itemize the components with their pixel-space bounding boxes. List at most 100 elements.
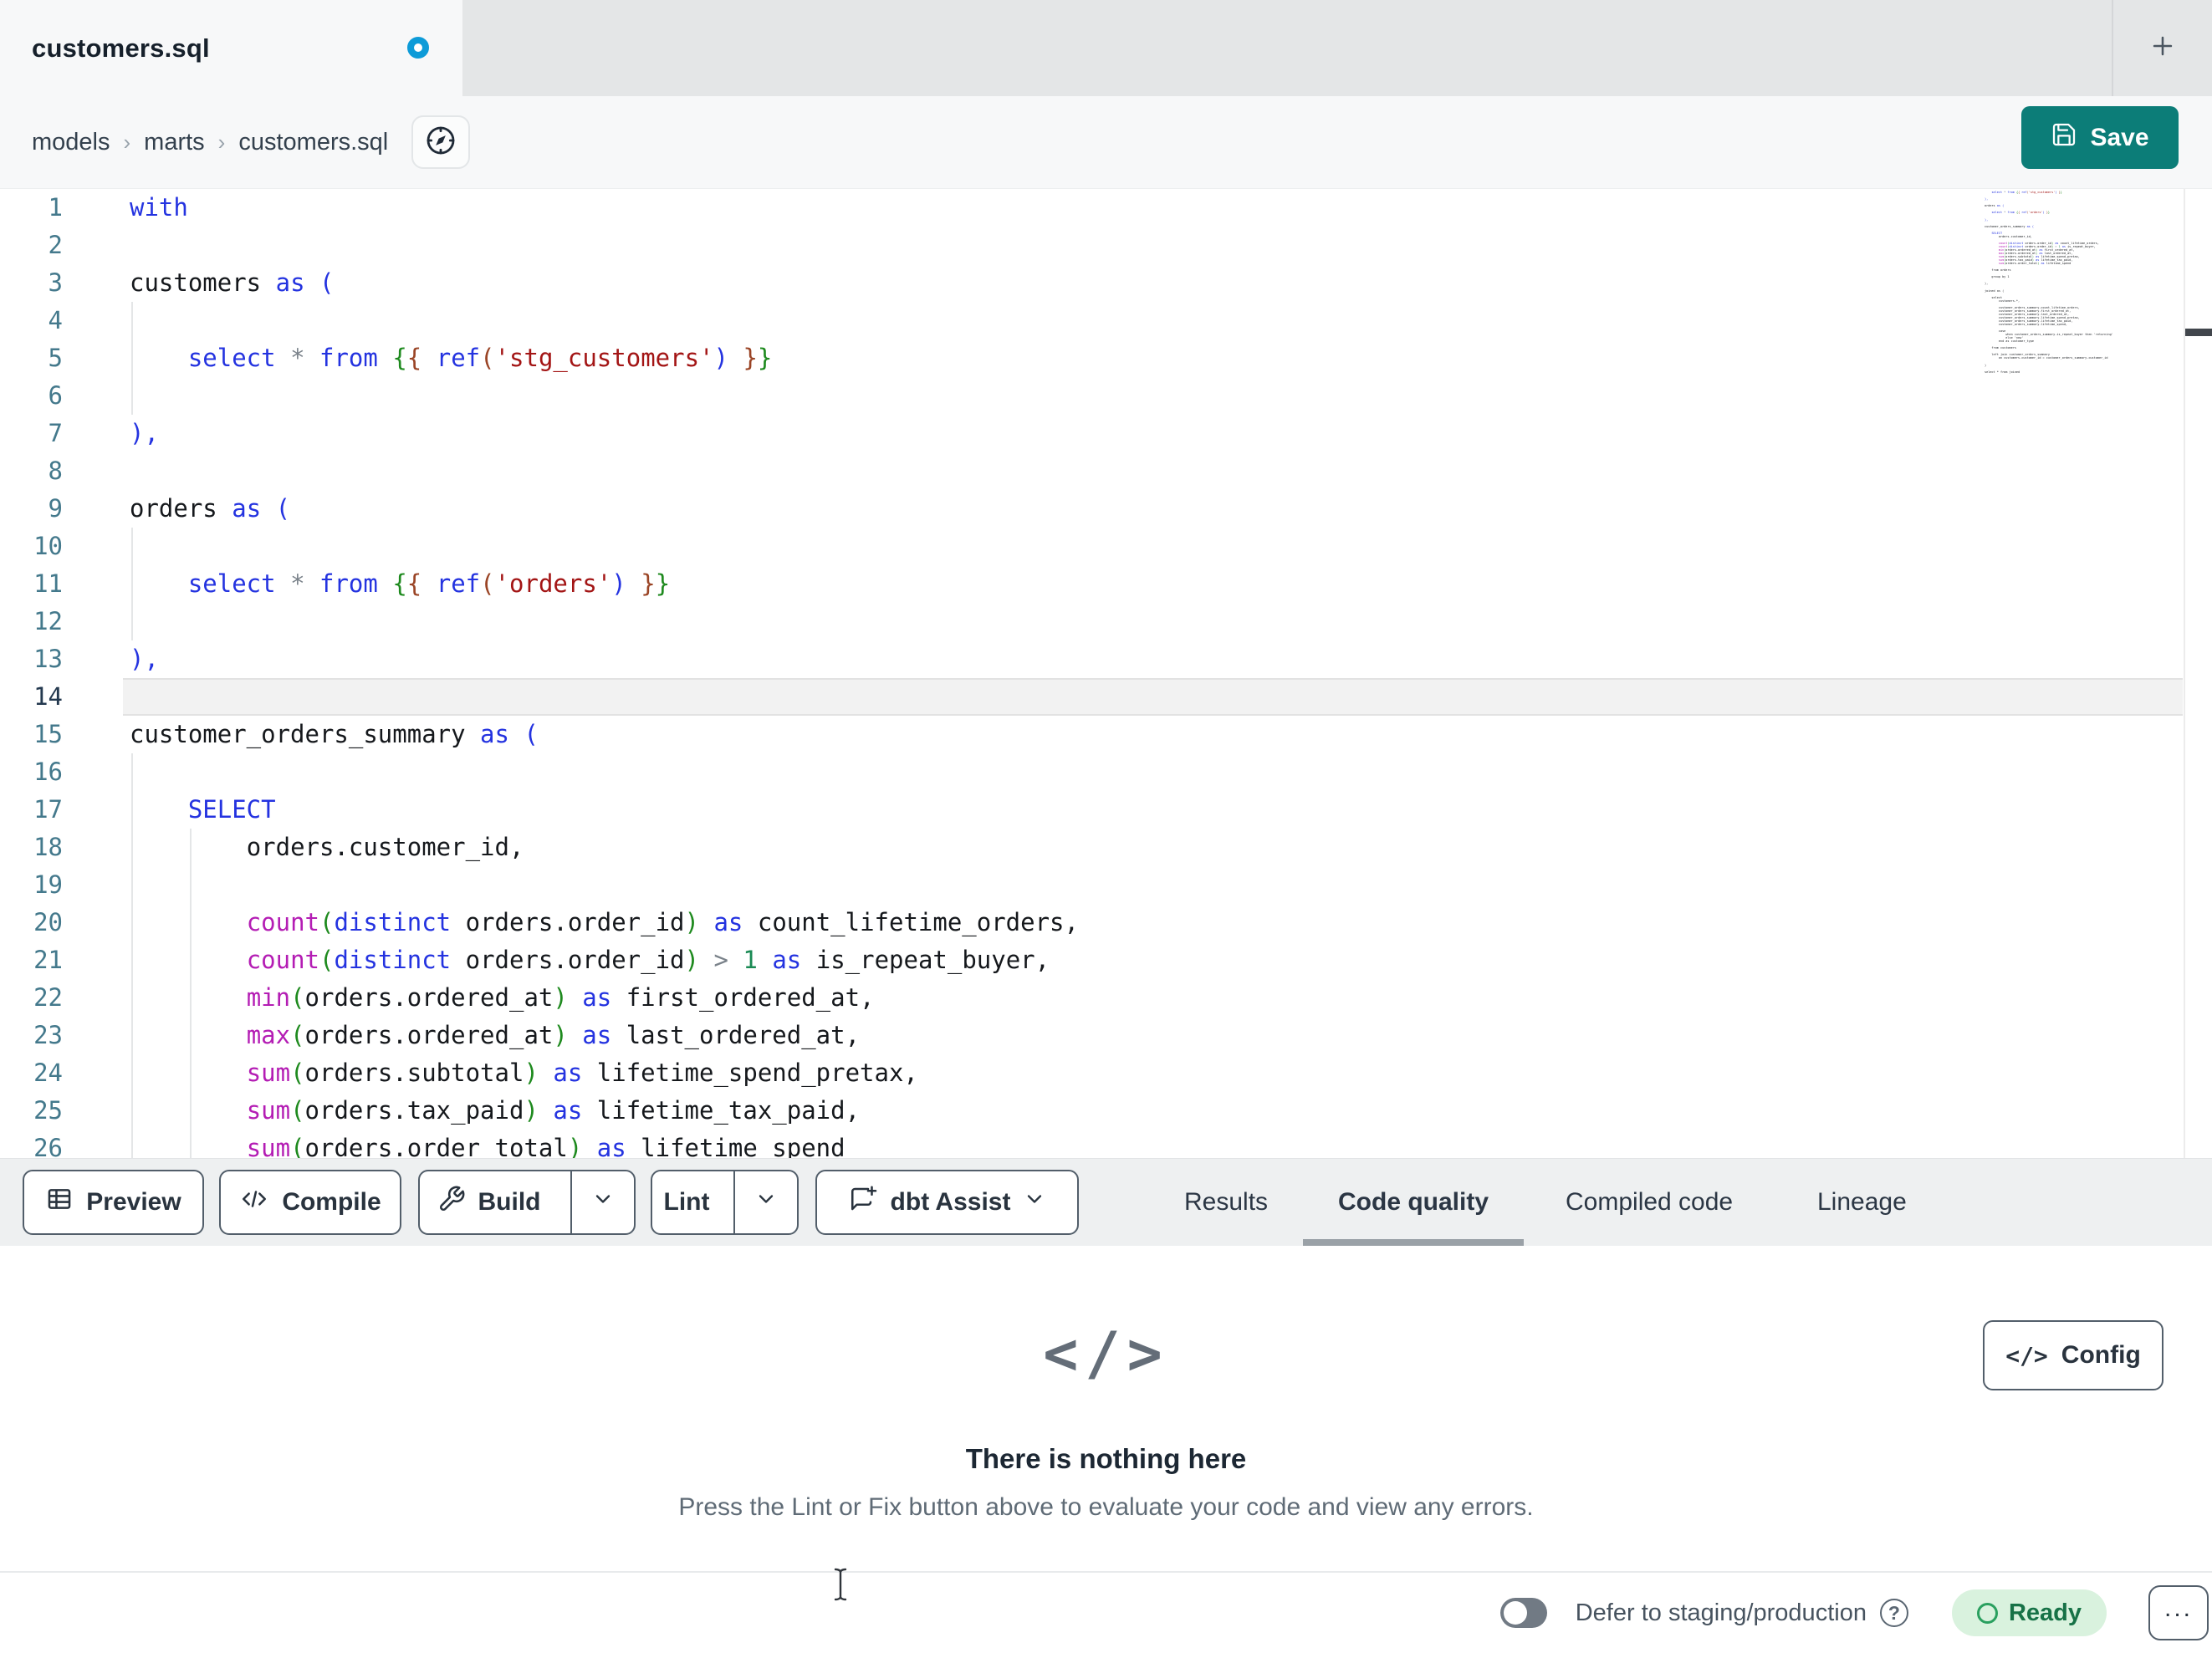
line-number[interactable]: 8 — [0, 452, 63, 490]
code-line[interactable]: 12 — [0, 603, 2212, 640]
code-line[interactable]: 10 — [0, 528, 2212, 565]
code-line[interactable]: 26 sum(orders.order_total) as lifetime_s… — [0, 1130, 2212, 1158]
editor-scrollbar[interactable] — [2184, 189, 2212, 1158]
more-options-button[interactable]: ... — [2148, 1585, 2209, 1640]
code-text: count(distinct orders.order_id) as count… — [246, 908, 1079, 936]
code-line[interactable]: 23 max(orders.ordered_at) as last_ordere… — [0, 1017, 2212, 1054]
code-line[interactable]: 19 — [0, 866, 2212, 904]
line-number[interactable]: 15 — [0, 716, 63, 753]
line-number[interactable]: 11 — [0, 565, 63, 603]
line-number[interactable]: 24 — [0, 1054, 63, 1092]
line-number[interactable]: 21 — [0, 941, 63, 979]
line-number[interactable]: 19 — [0, 866, 63, 904]
code-line[interactable]: 13), — [0, 640, 2212, 678]
lint-dropdown-button[interactable] — [733, 1171, 797, 1233]
code-line[interactable]: 7), — [0, 415, 2212, 452]
code-editor[interactable]: 1 with 2 3 customers as (4 5 select * from {{… — [0, 189, 2212, 1158]
code-text: with — [130, 193, 188, 222]
code-line[interactable]: 11 select * from {{ ref('orders') }} — [0, 565, 2212, 603]
table-icon — [45, 1185, 74, 1220]
chevron-down-icon — [591, 1187, 615, 1217]
code-line[interactable]: 1 with — [0, 189, 2212, 227]
code-line[interactable]: 15 customer_orders_summary as ( — [0, 716, 2212, 753]
tab-code-quality[interactable]: Code quality — [1302, 1159, 1525, 1246]
code-line[interactable]: 14 — [0, 678, 2212, 716]
status-bar: Defer to staging/production ? Ready ... — [0, 1571, 2212, 1653]
line-number[interactable]: 2 — [0, 227, 63, 264]
code-line[interactable]: 8 — [0, 452, 2212, 490]
navigate-model-button[interactable] — [411, 115, 470, 169]
line-number[interactable]: 3 — [0, 264, 63, 302]
line-number[interactable]: 17 — [0, 791, 63, 829]
code-text: sum(orders.order_total) as lifetime_spen… — [246, 1134, 845, 1158]
code-line[interactable]: 6 — [0, 377, 2212, 415]
chevron-down-icon — [1023, 1187, 1046, 1217]
line-number[interactable]: 25 — [0, 1092, 63, 1130]
file-header-row: models › marts › customers.sql Save — [0, 96, 2212, 189]
code-line[interactable]: 18 orders.customer_id, — [0, 829, 2212, 866]
code-line[interactable]: 4 — [0, 302, 2212, 339]
code-text: sum(orders.subtotal) as lifetime_spend_p… — [246, 1059, 918, 1087]
code-line[interactable]: 5 select * from {{ ref('stg_customers') … — [0, 339, 2212, 377]
code-line[interactable]: 22 min(orders.ordered_at) as first_order… — [0, 979, 2212, 1017]
config-button[interactable]: </> Config — [1983, 1320, 2163, 1390]
line-number[interactable]: 23 — [0, 1017, 63, 1054]
lint-button[interactable]: Lint — [652, 1171, 721, 1233]
preview-button[interactable]: Preview — [23, 1170, 204, 1235]
line-number[interactable]: 13 — [0, 640, 63, 678]
build-split-button[interactable]: Build — [418, 1170, 636, 1235]
code-line[interactable]: 2 — [0, 227, 2212, 264]
code-line[interactable]: 16 — [0, 753, 2212, 791]
save-button[interactable]: Save — [2021, 106, 2179, 169]
code-line[interactable]: 25 sum(orders.tax_paid) as lifetime_tax_… — [0, 1092, 2212, 1130]
breadcrumb-marts[interactable]: marts — [144, 129, 205, 156]
line-number[interactable]: 7 — [0, 415, 63, 452]
line-number[interactable]: 5 — [0, 339, 63, 377]
line-number[interactable]: 9 — [0, 490, 63, 528]
line-number[interactable]: 22 — [0, 979, 63, 1017]
chevron-right-icon: › — [123, 129, 131, 155]
config-label: Config — [2061, 1341, 2141, 1369]
line-number[interactable]: 16 — [0, 753, 63, 791]
text-cursor-icon — [833, 1567, 848, 1606]
breadcrumb-models[interactable]: models — [32, 129, 110, 156]
line-number[interactable]: 20 — [0, 904, 63, 941]
line-number[interactable]: 1 — [0, 189, 63, 227]
code-line[interactable]: 20 count(distinct orders.order_id) as co… — [0, 904, 2212, 941]
new-tab-button[interactable] — [2137, 23, 2189, 72]
tab-compiled-code[interactable]: Compiled code — [1566, 1159, 1733, 1246]
tab-results[interactable]: Results — [1184, 1159, 1268, 1246]
dbt-ide-window: customers.sql models › marts › customers… — [0, 0, 2212, 1653]
build-label: Build — [478, 1188, 541, 1216]
code-line[interactable]: 9 orders as ( — [0, 490, 2212, 528]
code-text: ), — [130, 645, 159, 673]
save-icon — [2051, 121, 2077, 155]
code-line[interactable]: 17 SELECT — [0, 791, 2212, 829]
scrollbar-marker[interactable] — [2185, 329, 2212, 336]
build-button[interactable]: Build — [420, 1171, 558, 1233]
line-number[interactable]: 14 — [0, 678, 63, 716]
editor-minimap[interactable]: withcustomers as ( select * from {{ ref(… — [1985, 189, 2182, 385]
line-number[interactable]: 6 — [0, 377, 63, 415]
line-number[interactable]: 4 — [0, 302, 63, 339]
line-number[interactable]: 12 — [0, 603, 63, 640]
code-text: orders as ( — [130, 494, 291, 523]
build-dropdown-button[interactable] — [570, 1171, 634, 1233]
help-icon[interactable]: ? — [1879, 1599, 1908, 1627]
line-number[interactable]: 10 — [0, 528, 63, 565]
line-number[interactable]: 26 — [0, 1130, 63, 1158]
line-number[interactable]: 18 — [0, 829, 63, 866]
lint-split-button[interactable]: Lint — [651, 1170, 799, 1235]
tab-customers-sql[interactable]: customers.sql — [0, 0, 462, 96]
defer-toggle[interactable] — [1499, 1598, 1547, 1628]
defer-label: Defer to staging/production — [1575, 1599, 1867, 1626]
code-line[interactable]: 24 sum(orders.subtotal) as lifetime_spen… — [0, 1054, 2212, 1092]
code-line[interactable]: 3 customers as ( — [0, 264, 2212, 302]
dbt-assist-button[interactable]: dbt Assist — [815, 1170, 1079, 1235]
tab-lineage[interactable]: Lineage — [1817, 1159, 1907, 1246]
code-quality-panel: </> There is nothing here Press the Lint… — [0, 1246, 2212, 1571]
code-line[interactable]: 21 count(distinct orders.order_id) > 1 a… — [0, 941, 2212, 979]
compile-button[interactable]: Compile — [219, 1170, 401, 1235]
breadcrumb-file: customers.sql — [238, 128, 389, 156]
editor-tab-strip: customers.sql — [0, 0, 2212, 96]
